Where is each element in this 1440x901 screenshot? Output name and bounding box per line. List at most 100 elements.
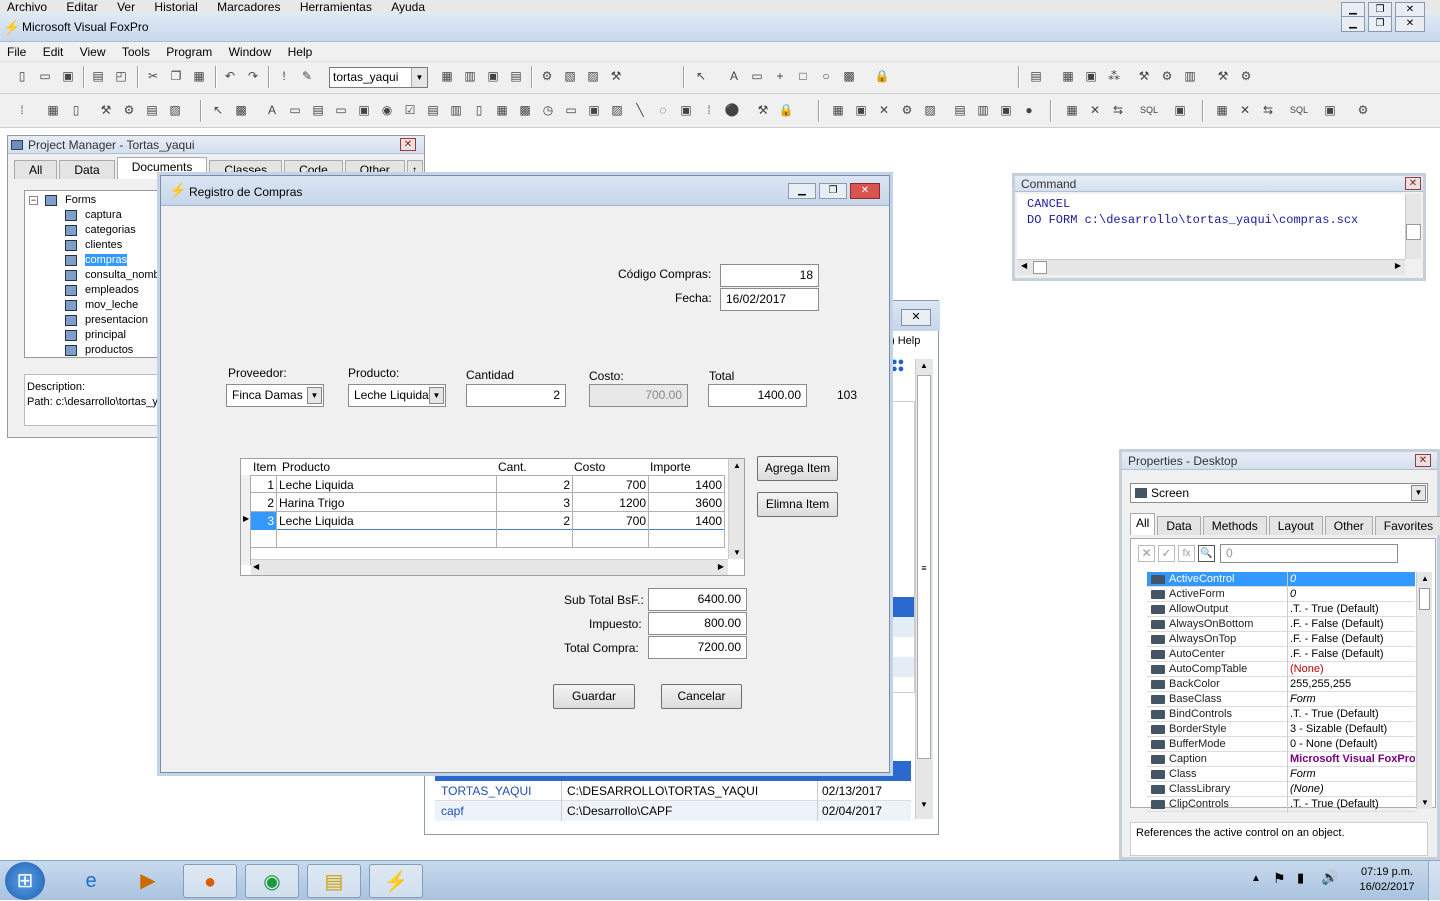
menu-program[interactable]: Program <box>159 42 218 60</box>
close-icon[interactable]: ✕ <box>901 309 931 326</box>
builder-tool-icon[interactable]: ⚒ <box>98 102 114 118</box>
property-row[interactable]: BaseClass Form <box>1147 692 1415 707</box>
tree-item[interactable]: mov_leche <box>25 298 159 313</box>
menu-tools[interactable]: Tools <box>115 42 156 60</box>
proveedor-combo[interactable]: Finca Damas ▼ <box>226 384 324 407</box>
tree-item[interactable]: clientes <box>25 238 159 253</box>
command-text-area[interactable]: CANCEL DO FORM c:\desarrollo\tortas_yaqu… <box>1017 194 1405 259</box>
browser-menu-editar[interactable]: Editar <box>66 0 97 14</box>
oleunbound-control-icon[interactable]: ▨ <box>609 102 625 118</box>
grid-hscrollbar[interactable]: ◀ ▶ <box>251 559 728 575</box>
elimina-item-button[interactable]: Elimna Item <box>757 492 838 517</box>
project-combo[interactable]: tortas_yaqui ▼ <box>329 67 428 88</box>
table-row[interactable]: 1 Leche Liquida 2 700 1400 <box>251 475 725 494</box>
run-icon[interactable]: ! <box>276 68 292 84</box>
tree-item[interactable]: consulta_nombr <box>25 268 159 283</box>
new-icon[interactable]: ▯ <box>14 68 30 84</box>
grid-header-item[interactable]: Item <box>251 459 276 475</box>
paste-icon[interactable]: ▦ <box>191 68 207 84</box>
tree-item[interactable]: categorias <box>25 223 159 238</box>
db-add-icon[interactable]: ▦ <box>830 102 846 118</box>
view-output-icon[interactable]: ▣ <box>1322 102 1338 118</box>
property-row[interactable]: Class Form <box>1147 767 1415 782</box>
property-row[interactable]: AutoCompTable (None) <box>1147 662 1415 677</box>
lock-control-icon[interactable]: 🔒 <box>778 102 794 118</box>
scroll-up-icon[interactable]: ▲ <box>1421 574 1429 583</box>
property-value-input[interactable]: 0 <box>1220 544 1398 563</box>
gear-icon[interactable]: ⚙ <box>1159 68 1175 84</box>
app-close-icon[interactable]: ✕ <box>1395 16 1425 32</box>
builder-lock-icon[interactable]: ⚒ <box>755 102 771 118</box>
zoom-icon[interactable]: 🔍 <box>1198 545 1215 562</box>
scroll-thumb[interactable] <box>1419 588 1430 610</box>
view-connect-icon[interactable]: ▣ <box>998 102 1014 118</box>
table-row-empty[interactable] <box>251 530 725 548</box>
subtotal-field[interactable]: 6400.00 <box>648 588 747 611</box>
media-player-icon[interactable]: ▶ <box>121 864 175 898</box>
view-classes-icon[interactable]: ▩ <box>233 102 249 118</box>
space-icon[interactable]: ⁂ <box>1106 68 1122 84</box>
tab-all[interactable]: All <box>1130 513 1156 535</box>
scroll-down-icon[interactable]: ▼ <box>733 548 741 557</box>
menu-help[interactable]: Help <box>281 42 319 60</box>
grid-tool-icon[interactable]: ▦ <box>45 102 61 118</box>
menu-window[interactable]: Window <box>222 42 278 60</box>
line-tool-icon[interactable]: + <box>772 68 788 84</box>
size-icon[interactable]: ▦ <box>1060 68 1076 84</box>
tree-item[interactable]: empleados <box>25 283 159 298</box>
db-new-table-icon[interactable]: ▣ <box>853 102 869 118</box>
agrega-item-button[interactable]: Agrega Item <box>757 456 838 481</box>
tab-data[interactable]: Data <box>59 160 115 179</box>
scroll-thumb[interactable]: ≡ <box>917 375 931 759</box>
tray-expand-icon[interactable]: ▲ <box>1251 873 1261 884</box>
browser-menu-herramientas[interactable]: Herramientas <box>300 0 372 14</box>
print-icon[interactable]: ▤ <box>90 68 106 84</box>
help-link[interactable]: ) Help <box>891 335 920 347</box>
property-row[interactable]: Caption Microsoft Visual FoxPro <box>1147 752 1415 767</box>
chrome-icon[interactable]: ◉ <box>245 864 299 898</box>
property-row[interactable]: AlwaysOnTop .F. - False (Default) <box>1147 632 1415 647</box>
properties-vscrollbar[interactable]: ▲ ▼ <box>1416 572 1432 809</box>
listbox-control-icon[interactable]: ▥ <box>448 102 464 118</box>
start-button[interactable]: ⊞ <box>5 862 45 900</box>
cancel-icon[interactable]: ✕ <box>1138 545 1155 562</box>
close-icon[interactable]: ✕ <box>1415 454 1431 467</box>
settings-icon[interactable]: ⚙ <box>1238 68 1254 84</box>
tab-layout[interactable]: Layout <box>1268 516 1323 535</box>
foxpro-task-icon[interactable]: ⚡ <box>369 864 423 898</box>
db-browse-icon[interactable]: ⚙ <box>899 102 915 118</box>
cantidad-field[interactable]: 2 <box>466 384 566 407</box>
clock[interactable]: 07:19 p.m. 16/02/2017 <box>1352 865 1422 895</box>
scroll-right-icon[interactable]: ▶ <box>1395 261 1401 270</box>
menu-edit[interactable]: Edit <box>36 42 70 60</box>
producto-combo[interactable]: Leche Liquida ▼ <box>348 384 446 407</box>
menu-view[interactable]: View <box>73 42 112 60</box>
tab-methods[interactable]: Methods <box>1202 516 1267 535</box>
scroll-down-icon[interactable]: ▼ <box>1421 798 1429 807</box>
table-row[interactable]: 2 Harina Trigo 3 1200 3600 <box>251 494 725 512</box>
browser-menu-marcadores[interactable]: Marcadores <box>217 0 280 14</box>
chevron-down-icon[interactable]: ▼ <box>429 387 444 404</box>
accept-icon[interactable]: ✓ <box>1158 545 1175 562</box>
commandbutton-control-icon[interactable]: ▭ <box>333 102 349 118</box>
order-icon[interactable]: ▣ <box>1083 68 1099 84</box>
chevron-down-icon[interactable]: ▼ <box>1411 485 1426 501</box>
guardar-button[interactable]: Guardar <box>553 684 635 709</box>
image-tool-icon[interactable]: ▩ <box>841 68 857 84</box>
spinner-control-icon[interactable]: ▯ <box>471 102 487 118</box>
optiongroup-control-icon[interactable]: ◉ <box>379 102 395 118</box>
total-compra-field[interactable]: 7200.00 <box>648 636 747 659</box>
checkbox-control-icon[interactable]: ☑ <box>402 102 418 118</box>
grid-header-cant[interactable]: Cant. <box>496 459 527 475</box>
timer-control-icon[interactable]: ◷ <box>540 102 556 118</box>
cancelar-button[interactable]: Cancelar <box>661 684 742 709</box>
flag-icon[interactable]: ⚑ <box>1273 870 1286 887</box>
property-row[interactable]: BufferMode 0 - None (Default) <box>1147 737 1415 752</box>
property-row[interactable]: BorderStyle 3 - Sizable (Default) <box>1147 722 1415 737</box>
container-control-icon[interactable]: ▣ <box>678 102 694 118</box>
save-icon[interactable]: ▣ <box>60 68 76 84</box>
query-output-icon[interactable]: ▣ <box>1172 102 1188 118</box>
lock-icon[interactable]: 🔒 <box>874 68 890 84</box>
query-remove-icon[interactable]: ✕ <box>1087 102 1103 118</box>
minimize-icon[interactable]: ▁ <box>788 183 816 199</box>
